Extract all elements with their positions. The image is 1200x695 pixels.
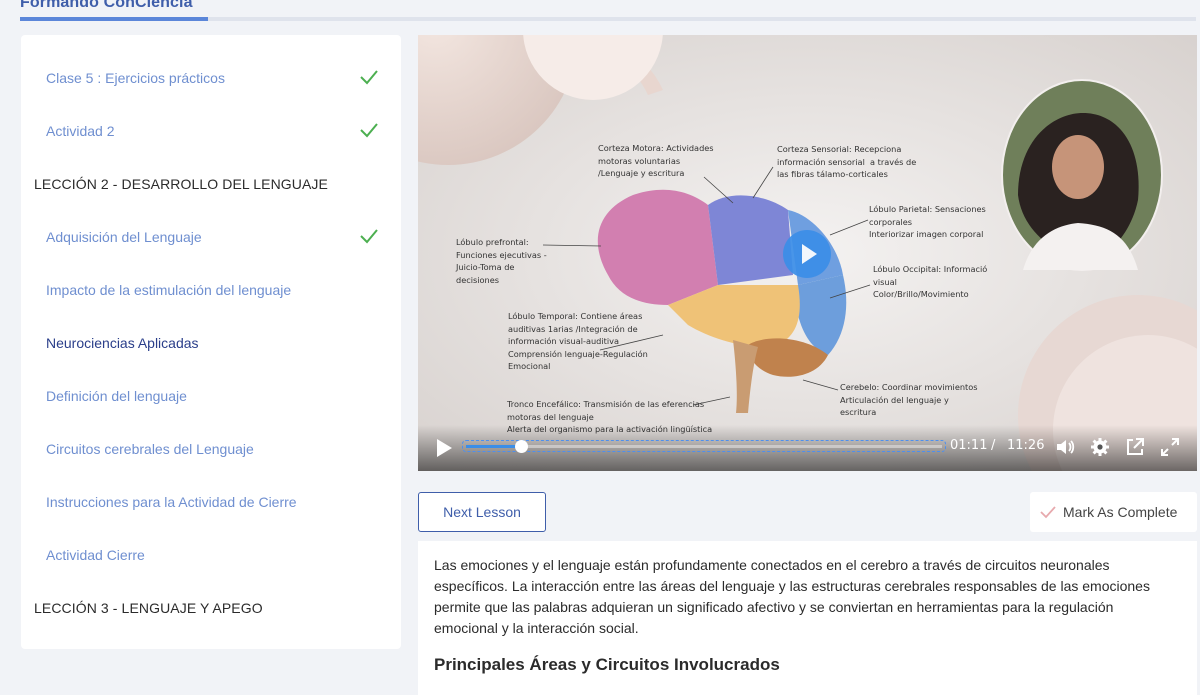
course-title[interactable]: Formando ConCiencia xyxy=(20,0,193,12)
label-lobulo-temporal: Lóbulo Temporal: Contiene áreas auditiva… xyxy=(508,311,648,371)
sidebar-item-impacto[interactable]: Impacto de la estimulación del lenguaje xyxy=(21,263,401,316)
volume-icon[interactable] xyxy=(1054,436,1076,458)
duration: 11:26 xyxy=(1007,438,1045,453)
label-lobulo-parietal: Lóbulo Parietal: Sensaciones corporales … xyxy=(869,204,986,239)
section-heading: Principales Áreas y Circuitos Involucrad… xyxy=(434,655,780,674)
sidebar-item-actividad-2[interactable]: Actividad 2 xyxy=(21,104,401,157)
settings-gear-icon[interactable] xyxy=(1089,436,1111,458)
presenter-portrait xyxy=(1001,79,1163,271)
fullscreen-icon[interactable] xyxy=(1159,436,1181,458)
video-player[interactable]: Corteza Motora: Actividades motoras volu… xyxy=(418,35,1197,471)
popout-icon[interactable] xyxy=(1124,436,1146,458)
next-lesson-button[interactable]: Next Lesson xyxy=(418,492,546,532)
check-icon xyxy=(360,123,378,138)
sidebar-item-neurociencias[interactable]: Neurociencias Aplicadas xyxy=(21,316,401,369)
sidebar-item-adquisicion[interactable]: Adquisición del Lenguaje xyxy=(21,210,401,263)
big-play-button[interactable] xyxy=(783,230,831,278)
seek-handle[interactable] xyxy=(514,440,528,453)
lesson-sidebar: Clase 5 : Ejercicios prácticos Actividad… xyxy=(21,35,401,649)
sidebar-item-clase-5[interactable]: Clase 5 : Ejercicios prácticos xyxy=(21,51,401,104)
sidebar-item-label: Adquisición del Lenguaje xyxy=(46,228,202,245)
sidebar-item-actividad-cierre[interactable]: Actividad Cierre xyxy=(21,528,401,581)
course-progress-fill xyxy=(20,17,209,21)
seek-track xyxy=(466,440,942,453)
mark-complete-label: Mark As Complete xyxy=(1063,504,1178,520)
check-icon xyxy=(1040,506,1056,519)
check-icon xyxy=(360,70,378,85)
top-bar: Formando ConCiencia xyxy=(0,0,1200,24)
seek-bar[interactable] xyxy=(462,440,946,453)
label-cerebelo: Cerebelo: Coordinar movimientos Articula… xyxy=(840,382,978,417)
lesson-content: Las emociones y el lenguaje están profun… xyxy=(418,541,1197,695)
check-icon xyxy=(360,229,378,244)
sidebar-item-label: Actividad Cierre xyxy=(46,546,145,563)
current-time: 01:11 xyxy=(950,438,988,453)
course-progress-bar xyxy=(20,17,1196,21)
sidebar-item-label: Clase 5 : Ejercicios prácticos xyxy=(46,69,225,86)
video-controls: 01:11 / 11:26 xyxy=(418,425,1197,471)
sidebar-section-leccion-3: LECCIÓN 3 - LENGUAJE Y APEGO xyxy=(21,581,401,634)
time-separator: / xyxy=(991,438,996,453)
sidebar-item-label: Circuitos cerebrales del Lenguaje xyxy=(46,440,254,457)
sidebar-section-leccion-2: LECCIÓN 2 - DESARROLLO DEL LENGUAJE xyxy=(21,157,401,210)
play-icon[interactable] xyxy=(436,438,452,458)
sidebar-item-circuitos[interactable]: Circuitos cerebrales del Lenguaje xyxy=(21,422,401,475)
seek-played xyxy=(466,445,521,448)
label-lobulo-occipital: Lóbulo Occipital: Informació visual Colo… xyxy=(873,264,988,299)
section-label: LECCIÓN 2 - DESARROLLO DEL LENGUAJE xyxy=(34,175,328,192)
sidebar-item-label: Neurociencias Aplicadas xyxy=(46,334,199,351)
label-corteza-motora: Corteza Motora: Actividades motoras volu… xyxy=(598,143,714,178)
sidebar-item-instrucciones[interactable]: Instrucciones para la Actividad de Cierr… xyxy=(21,475,401,528)
label-corteza-sensorial: Corteza Sensorial: Recepciona informació… xyxy=(777,144,917,179)
lesson-paragraph: Las emociones y el lenguaje están profun… xyxy=(434,557,1150,636)
section-label: LECCIÓN 3 - LENGUAJE Y APEGO xyxy=(34,599,263,616)
sidebar-item-label: Actividad 2 xyxy=(46,122,115,139)
sidebar-item-label: Instrucciones para la Actividad de Cierr… xyxy=(46,493,297,510)
label-lobulo-prefrontal: Lóbulo prefrontal: Funciones ejecutivas … xyxy=(456,237,547,285)
sidebar-item-label: Definición del lenguaje xyxy=(46,387,187,404)
sidebar-item-definicion[interactable]: Definición del lenguaje xyxy=(21,369,401,422)
sidebar-item-label: Impacto de la estimulación del lenguaje xyxy=(46,281,292,298)
mark-complete-button[interactable]: Mark As Complete xyxy=(1030,492,1197,532)
